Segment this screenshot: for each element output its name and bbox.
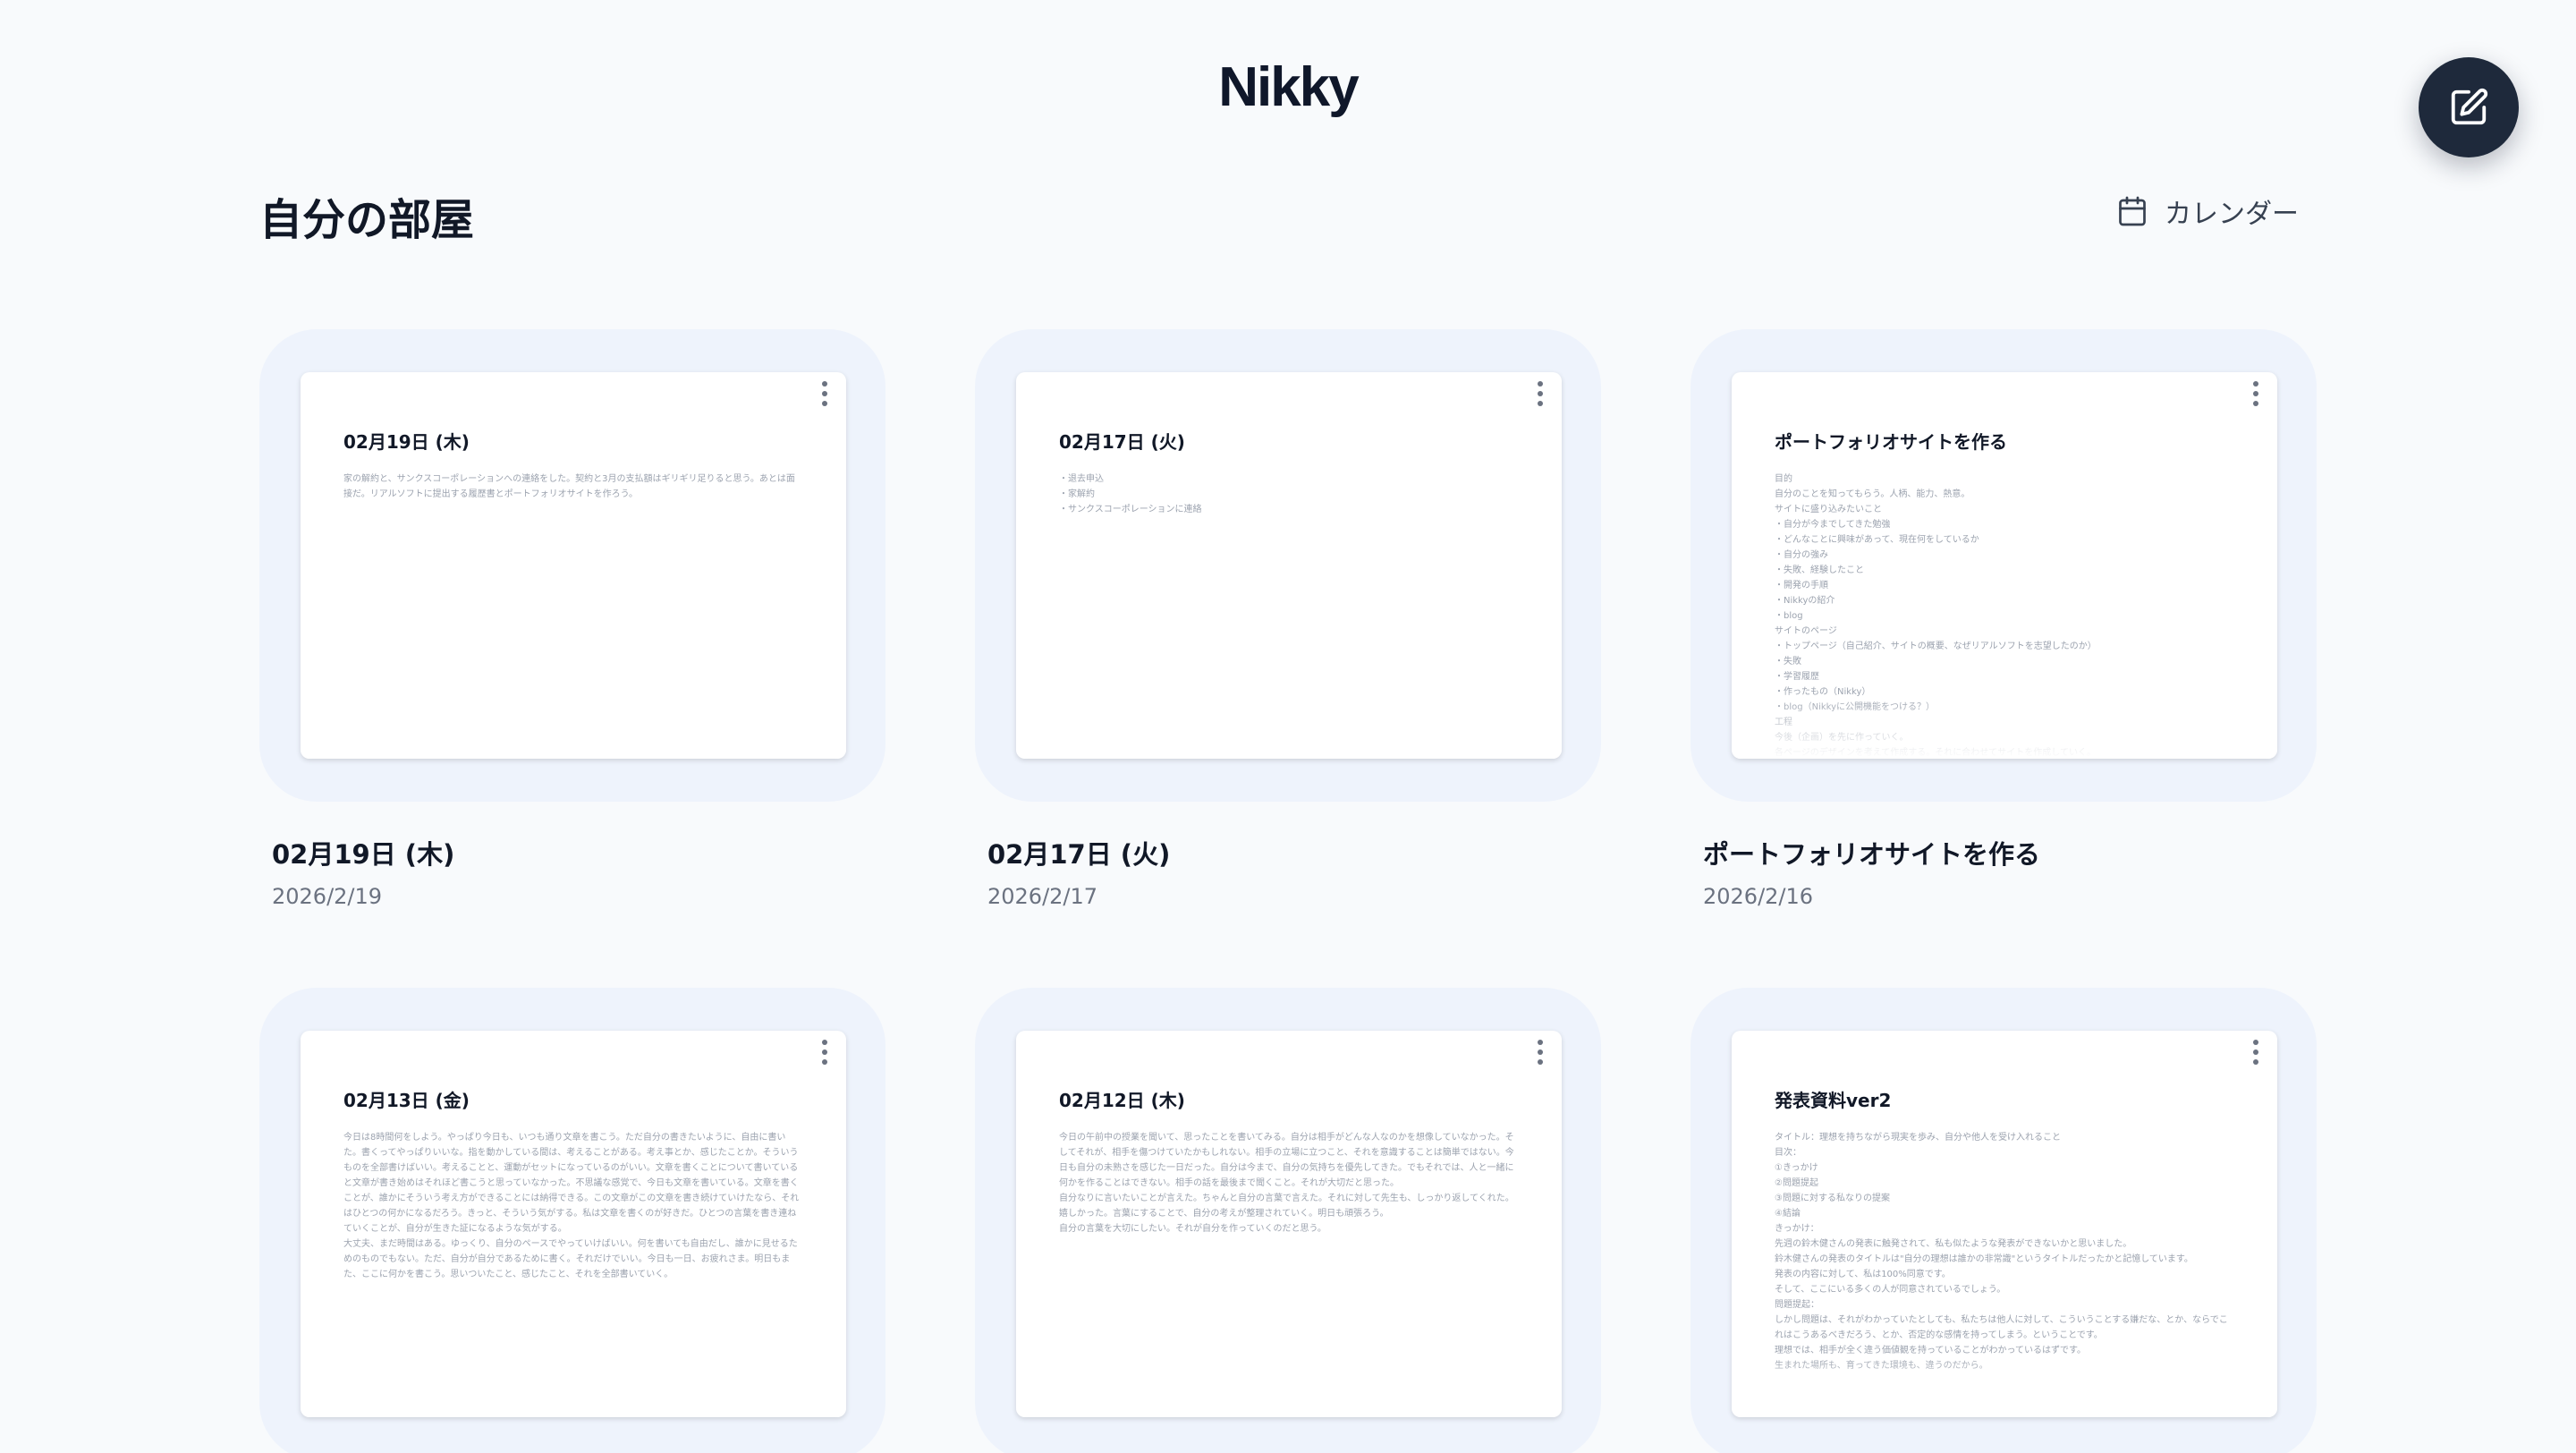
preview-title: ポートフォリオサイトを作る [1775, 431, 2007, 453]
entry-card[interactable]: ポートフォリオサイトを作る 目的 自分のことを知ってもらう。人柄、能力、熱意。 … [1690, 329, 2317, 909]
entry-card[interactable]: 02月17日 (火) ・退去申込 ・家解約 ・サンクスコーポレーションに連絡 0… [975, 329, 1601, 909]
preview-title: 02月19日 (木) [343, 431, 470, 453]
preview-title: 02月17日 (火) [1059, 431, 1185, 453]
entry-preview-frame[interactable]: 02月12日 (木) 今日の午前中の授業を聞いて、思ったことを書いてみる。自分は… [975, 988, 1601, 1453]
entry-date: 2026/2/16 [1703, 884, 1814, 909]
entry-preview: 02月13日 (金) 今日は8時間何をしよう。やっぱり今日も、いつも通り文章を書… [301, 1031, 846, 1417]
entry-card[interactable]: 発表資料ver2 タイトル：理想を持ちながら現実を歩み、自分や他人を受け入れるこ… [1690, 988, 2317, 1453]
entry-preview-frame[interactable]: 02月17日 (火) ・退去申込 ・家解約 ・サンクスコーポレーションに連絡 [975, 329, 1601, 802]
entry-date: 2026/2/19 [272, 884, 383, 909]
page-title: 自分の部屋 [259, 195, 475, 245]
entry-preview: 発表資料ver2 タイトル：理想を持ちながら現実を歩み、自分や他人を受け入れるこ… [1732, 1031, 2277, 1417]
edit-icon [2451, 88, 2488, 125]
entry-title: 02月19日 (木) [272, 839, 455, 870]
more-options-icon[interactable] [814, 378, 835, 410]
preview-body: ・退去申込 ・家解約 ・サンクスコーポレーションに連絡 [1059, 474, 1202, 514]
entry-preview-frame[interactable]: ポートフォリオサイトを作る 目的 自分のことを知ってもらう。人柄、能力、熱意。 … [1690, 329, 2317, 802]
more-options-icon[interactable] [2245, 1036, 2267, 1068]
entry-card[interactable]: 02月13日 (金) 今日は8時間何をしよう。やっぱり今日も、いつも通り文章を書… [259, 988, 886, 1453]
more-options-icon[interactable] [1530, 378, 1551, 410]
entry-preview-frame[interactable]: 02月13日 (金) 今日は8時間何をしよう。やっぱり今日も、いつも通り文章を書… [259, 988, 886, 1453]
preview-body: 今日の午前中の授業を聞いて、思ったことを書いてみる。自分は相手がどんな人なのかを… [1059, 1133, 1514, 1234]
entry-title: 02月17日 (火) [987, 839, 1171, 870]
preview-body: 今日は8時間何をしよう。やっぱり今日も、いつも通り文章を書こう。ただ自分の書きた… [343, 1133, 800, 1279]
more-options-icon[interactable] [1530, 1036, 1551, 1068]
preview-title: 02月13日 (金) [343, 1090, 470, 1111]
entry-preview-frame[interactable]: 発表資料ver2 タイトル：理想を持ちながら現実を歩み、自分や他人を受け入れるこ… [1690, 988, 2317, 1453]
new-entry-button[interactable] [2419, 57, 2519, 157]
calendar-label: カレンダー [2165, 199, 2299, 230]
preview-title: 発表資料ver2 [1775, 1090, 1892, 1111]
entry-date: 2026/2/17 [987, 884, 1098, 909]
app-logo[interactable]: Nikky [0, 55, 2576, 119]
calendar-icon [2119, 196, 2146, 226]
entry-preview: ポートフォリオサイトを作る 目的 自分のことを知ってもらう。人柄、能力、熱意。 … [1732, 372, 2277, 759]
entry-title: ポートフォリオサイトを作る [1703, 839, 2041, 870]
entry-preview: 02月12日 (木) 今日の午前中の授業を聞いて、思ったことを書いてみる。自分は… [1016, 1031, 1562, 1417]
entry-preview-frame[interactable]: 02月19日 (木) 家の解約と、サンクスコーポレーションへの連絡をした。契約と… [259, 329, 886, 802]
preview-title: 02月12日 (木) [1059, 1090, 1185, 1111]
more-options-icon[interactable] [2245, 378, 2267, 410]
entry-preview: 02月19日 (木) 家の解約と、サンクスコーポレーションへの連絡をした。契約と… [301, 372, 846, 759]
entry-card[interactable]: 02月19日 (木) 家の解約と、サンクスコーポレーションへの連絡をした。契約と… [259, 329, 886, 909]
more-options-icon[interactable] [814, 1036, 835, 1068]
preview-body: 家の解約と、サンクスコーポレーションへの連絡をした。契約と3月の支払額はギリギリ… [343, 474, 795, 499]
preview-body: 目的 自分のことを知ってもらう。人柄、能力、熱意。 サイトに盛り込みたいこと ・… [1775, 474, 2097, 758]
entry-preview: 02月17日 (火) ・退去申込 ・家解約 ・サンクスコーポレーションに連絡 [1016, 372, 1562, 759]
calendar-button[interactable]: カレンダー [2116, 190, 2299, 233]
entry-card[interactable]: 02月12日 (木) 今日の午前中の授業を聞いて、思ったことを書いてみる。自分は… [975, 988, 1601, 1453]
preview-body: タイトル：理想を持ちながら現実を歩み、自分や他人を受け入れること 目次： ①きっ… [1775, 1133, 2228, 1371]
